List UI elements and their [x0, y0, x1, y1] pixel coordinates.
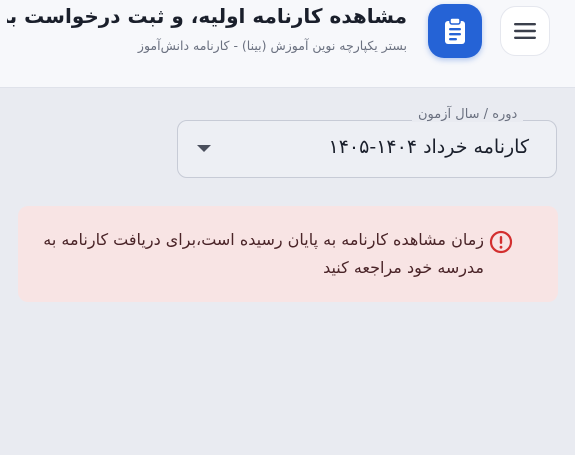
page: مشاهده کارنامه اولیه، و ثبت درخواست بر..… — [0, 0, 575, 455]
exam-period-value[interactable]: کارنامه خرداد ۱۴۰۴-۱۴۰۵ — [229, 136, 529, 158]
hamburger-menu-icon — [514, 23, 536, 39]
exam-period-label: دوره / سال آزمون — [412, 107, 524, 122]
app-header: مشاهده کارنامه اولیه، و ثبت درخواست بر..… — [0, 0, 575, 88]
menu-button[interactable] — [500, 6, 550, 56]
error-circle-icon — [487, 228, 515, 256]
dropdown-arrow-icon[interactable] — [197, 145, 211, 152]
alert-message: زمان مشاهده کارنامه به پایان رسیده است،ب… — [43, 230, 484, 277]
page-title: مشاهده کارنامه اولیه، و ثبت درخواست بر..… — [7, 4, 407, 28]
clipboard-icon — [428, 4, 482, 58]
page-subtitle: بستر یکپارچه نوین آموزش (بینا) - کارنامه… — [137, 38, 407, 53]
